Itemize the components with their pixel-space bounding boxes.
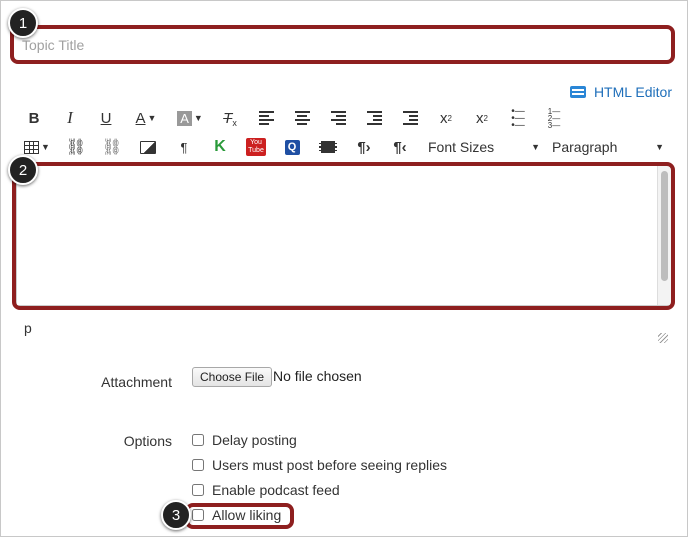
align-right-icon (330, 111, 346, 125)
kaltura-icon: K (214, 138, 226, 155)
italic-button[interactable]: I (52, 106, 88, 130)
paragraph-dropdown[interactable]: Paragraph ▼ (546, 135, 670, 159)
callout-highlight-title (10, 25, 675, 64)
chevron-down-icon: ▼ (147, 113, 157, 123)
link-icon: ⛓ (65, 139, 87, 156)
chevron-down-icon: ▼ (655, 142, 664, 152)
must-post-first-checkbox[interactable] (192, 459, 204, 471)
numbered-list-button[interactable]: 1— 2— 3— (536, 106, 572, 130)
paragraph-mark-button[interactable]: ¶ (166, 135, 202, 159)
unlink-icon: ⛓ (101, 139, 123, 156)
editor-status-path: p (24, 320, 32, 336)
paragraph-label: Paragraph (552, 139, 618, 155)
chevron-down-icon: ▼ (531, 142, 540, 152)
table-icon (24, 140, 40, 154)
underline-button[interactable]: U (88, 106, 124, 130)
outdent-icon (366, 111, 382, 125)
film-icon (319, 141, 337, 153)
bold-button[interactable]: B (16, 106, 52, 130)
callout-badge-1: 1 (8, 8, 38, 38)
file-status: No file chosen (273, 368, 362, 384)
option-podcast-feed[interactable]: Enable podcast feed (192, 482, 340, 498)
paragraph-icon: ¶ (180, 139, 188, 155)
font-sizes-dropdown[interactable]: Font Sizes ▼ (422, 135, 546, 159)
quizlet-button[interactable]: Q (274, 135, 310, 159)
text-color-button[interactable]: A ▼ (124, 106, 168, 130)
clear-formatting-button[interactable]: Tx (212, 106, 248, 130)
font-sizes-label: Font Sizes (428, 139, 495, 155)
superscript-button[interactable]: x2 (428, 106, 464, 130)
editor-toolbar-row2: ▼ ⛓ ⛓ ¶ K You Tube Q ¶› ¶‹ Font Sizes ▼ Pa… (16, 135, 670, 159)
align-right-button[interactable] (320, 106, 356, 130)
image-icon (140, 140, 156, 154)
ltr-icon: ¶› (357, 138, 371, 156)
unlink-button[interactable]: ⛓ (94, 135, 130, 159)
keyboard-icon (569, 86, 586, 98)
option-delay-posting[interactable]: Delay posting (192, 432, 297, 448)
bullet-list-icon: •— •— •— (511, 105, 525, 131)
callout-highlight-editor (12, 162, 675, 310)
resize-handle-icon[interactable] (658, 333, 668, 343)
media-button[interactable] (310, 135, 346, 159)
options-label: Options (123, 433, 172, 449)
align-left-button[interactable] (248, 106, 284, 130)
delay-posting-checkbox[interactable] (192, 434, 204, 446)
podcast-feed-checkbox[interactable] (192, 484, 204, 496)
option-label: Delay posting (212, 432, 297, 448)
background-color-button[interactable]: A ▼ (168, 106, 212, 130)
subscript-button[interactable]: x2 (464, 106, 500, 130)
chevron-down-icon: ▼ (41, 142, 50, 152)
numbered-list-icon: 1— 2— 3— (547, 106, 561, 130)
ltr-button[interactable]: ¶› (346, 135, 382, 159)
option-label: Users must post before seeing replies (212, 457, 447, 473)
image-button[interactable] (130, 135, 166, 159)
rtl-icon: ¶‹ (393, 138, 407, 156)
indent-button[interactable] (392, 106, 428, 130)
outdent-button[interactable] (356, 106, 392, 130)
html-editor-label: HTML Editor (593, 84, 672, 100)
callout-badge-3: 3 (161, 500, 191, 530)
attachment-label: Attachment (101, 374, 172, 390)
align-left-icon (258, 111, 274, 125)
rtl-button[interactable]: ¶‹ (382, 135, 418, 159)
align-center-icon (294, 111, 310, 125)
option-must-post-first[interactable]: Users must post before seeing replies (192, 457, 447, 473)
callout-badge-2: 2 (8, 155, 38, 185)
html-editor-link[interactable]: HTML Editor (569, 84, 672, 100)
editor-toolbar-row1: B I U A ▼ A ▼ Tx x2 x2 •— •— •— 1— 2— 3— (16, 106, 572, 130)
kaltura-button[interactable]: K (202, 135, 238, 159)
chevron-down-icon: ▼ (193, 113, 203, 123)
callout-highlight-allow-liking (185, 503, 294, 529)
bullet-list-button[interactable]: •— •— •— (500, 106, 536, 130)
choose-file-button[interactable]: Choose File (192, 367, 273, 387)
link-button[interactable]: ⛓ (58, 135, 94, 159)
indent-icon (402, 111, 418, 125)
youtube-button[interactable]: You Tube (238, 135, 274, 159)
quizlet-icon: Q (284, 139, 300, 155)
youtube-icon: You Tube (246, 138, 266, 156)
option-label: Enable podcast feed (212, 482, 340, 498)
align-center-button[interactable] (284, 106, 320, 130)
